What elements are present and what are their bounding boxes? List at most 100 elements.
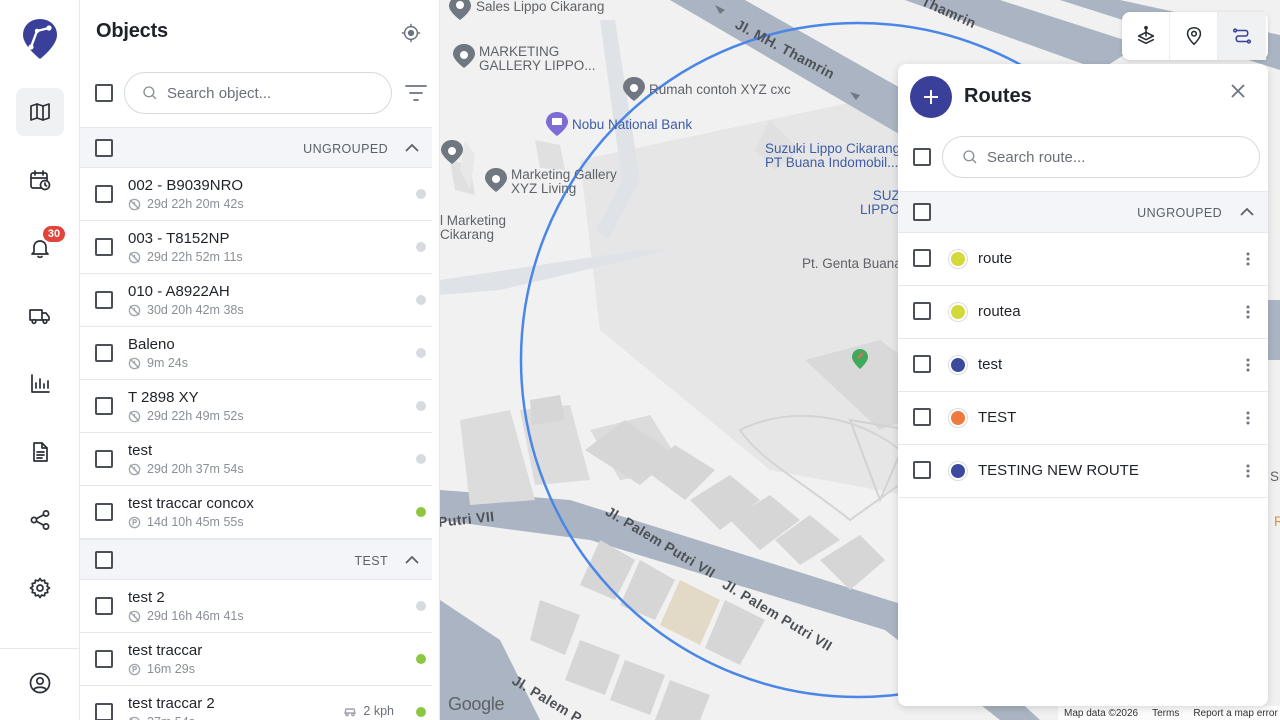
draw-area-button[interactable] (1122, 12, 1170, 60)
object-duration: 27m 54s (147, 715, 195, 720)
route-checkbox[interactable] (913, 408, 931, 426)
close-routes-button[interactable] (1230, 83, 1250, 103)
collapse-group-button[interactable] (404, 140, 420, 156)
rail-item-account[interactable] (16, 659, 64, 707)
object-checkbox[interactable] (95, 503, 113, 521)
routes-button[interactable] (1218, 12, 1266, 60)
map-poi-marketing-gallery-xyz[interactable]: Marketing Gallery XYZ Living (511, 168, 617, 196)
route-row[interactable]: route (898, 233, 1268, 286)
object-name: 003 - T8152NP (128, 230, 230, 247)
object-row[interactable]: T 2898 XY 29d 22h 49m 52s (80, 380, 432, 433)
map-poi-marketing-gallery-lippo[interactable]: MARKETING GALLERY LIPPO... (479, 45, 596, 73)
object-search-input[interactable] (167, 84, 367, 102)
route-row[interactable]: test (898, 339, 1268, 392)
rail-item-settings[interactable] (16, 564, 64, 612)
route-row[interactable]: TESTING NEW ROUTE (898, 445, 1268, 498)
document-icon (33, 442, 48, 462)
object-row[interactable]: test traccar concox 14d 10h 45m 55s (80, 486, 432, 539)
route-search-input[interactable] (987, 148, 1187, 166)
poi-button[interactable] (1170, 12, 1218, 60)
route-checkbox[interactable] (913, 249, 931, 267)
map-poi-genta-buana[interactable]: Pt. Genta Buana (802, 257, 902, 271)
object-checkbox[interactable] (95, 238, 113, 256)
route-menu-button[interactable] (1244, 303, 1252, 321)
chevron-up-icon (1240, 207, 1254, 216)
objects-title: Objects (96, 20, 168, 42)
notification-badge: 30 (43, 226, 65, 242)
map-poi-suzuki[interactable]: Suzuki Lippo Cikarang PT Buana Indomobil… (765, 142, 900, 170)
collapse-group-button[interactable] (1239, 204, 1255, 220)
app: 30 Objects Search object... UNGROUPED 00… (0, 0, 1280, 720)
route-search-box[interactable] (942, 136, 1260, 178)
object-duration: 29d 22h 49m 52s (147, 409, 244, 423)
object-checkbox[interactable] (95, 703, 113, 720)
rail-item-documents[interactable] (16, 428, 64, 476)
object-speed-value: 2 kph (363, 704, 394, 718)
route-checkbox[interactable] (913, 302, 931, 320)
locate-button[interactable] (398, 20, 424, 46)
object-row[interactable]: 010 - A8922AH 30d 20h 42m 38s (80, 274, 432, 327)
map-poi-rumah-contoh[interactable]: Rumah contoh XYZ cxc (649, 83, 791, 97)
route-checkbox[interactable] (913, 461, 931, 479)
rail-item-vehicles[interactable] (16, 292, 64, 340)
object-duration: 9m 24s (147, 356, 188, 370)
map-poi-sales-lippo[interactable]: Sales Lippo Cikarang (476, 0, 604, 14)
map-poi-marketing-cikarang[interactable]: l Marketing Cikarang (440, 214, 506, 242)
collapse-group-button[interactable] (404, 552, 420, 568)
object-group-checkbox[interactable] (95, 139, 113, 157)
object-checkbox[interactable] (95, 650, 113, 668)
route-menu-button[interactable] (1244, 409, 1252, 427)
object-status-time: 29d 20h 37m 54s (128, 462, 244, 476)
route-menu-button[interactable] (1244, 250, 1252, 268)
object-row[interactable]: test traccar 16m 29s (80, 633, 432, 686)
status-dot (416, 401, 426, 411)
route-row[interactable]: routea (898, 286, 1268, 339)
object-checkbox[interactable] (95, 185, 113, 203)
parking-icon (128, 516, 141, 528)
map-report-link[interactable]: Report a map error (1193, 708, 1277, 719)
object-checkbox[interactable] (95, 344, 113, 362)
route-row[interactable]: TEST (898, 392, 1268, 445)
rail-item-share[interactable] (16, 496, 64, 544)
object-row[interactable]: test 2 29d 16h 46m 41s (80, 580, 432, 633)
status-dot (416, 348, 426, 358)
object-checkbox[interactable] (95, 291, 113, 309)
object-group-name: TEST (354, 554, 388, 568)
object-status-time: 30d 20h 42m 38s (128, 303, 244, 317)
object-group-checkbox[interactable] (95, 551, 113, 569)
add-route-button[interactable] (910, 76, 952, 118)
object-name: 010 - A8922AH (128, 283, 230, 300)
select-all-routes-checkbox[interactable] (913, 148, 931, 166)
object-row[interactable]: Baleno 9m 24s (80, 327, 432, 380)
route-menu-button[interactable] (1244, 462, 1252, 480)
object-search-box[interactable] (124, 72, 392, 114)
route-group-checkbox[interactable] (913, 203, 931, 221)
object-checkbox[interactable] (95, 397, 113, 415)
object-row[interactable]: 003 - T8152NP 29d 22h 52m 11s (80, 221, 432, 274)
object-row[interactable]: test traccar 2 27m 54s 2 kph (80, 686, 432, 720)
rail-item-notifications[interactable]: 30 (16, 224, 65, 272)
google-logo: Google (448, 694, 505, 714)
rail-item-reports[interactable] (16, 360, 64, 408)
map-poi-r: R (1274, 514, 1280, 529)
offline-clock-icon (128, 251, 141, 263)
moving-car-icon (344, 708, 357, 717)
object-duration: 29d 22h 20m 42s (147, 197, 244, 211)
app-logo[interactable] (22, 18, 58, 60)
select-all-objects-checkbox[interactable] (95, 84, 113, 102)
object-checkbox[interactable] (95, 450, 113, 468)
object-row[interactable]: 002 - B9039NRO 29d 22h 20m 42s (80, 168, 432, 221)
rail-item-schedule[interactable] (16, 156, 64, 204)
route-checkbox[interactable] (913, 355, 931, 373)
object-list: UNGROUPED 002 - B9039NRO 29d 22h 20m 42s 00… (80, 127, 432, 720)
map-terms-link[interactable]: Terms (1152, 708, 1179, 719)
route-name: TESTING NEW ROUTE (978, 462, 1139, 479)
object-checkbox[interactable] (95, 597, 113, 615)
filter-button[interactable] (404, 82, 428, 104)
search-icon (963, 150, 977, 164)
rail-item-map[interactable] (16, 88, 64, 136)
map-poi-nobu-bank[interactable]: Nobu National Bank (572, 118, 692, 132)
route-menu-button[interactable] (1244, 356, 1252, 374)
map-poi-suz-lippo[interactable]: SUZ LIPPO (860, 189, 900, 217)
object-row[interactable]: test 29d 20h 37m 54s (80, 433, 432, 486)
